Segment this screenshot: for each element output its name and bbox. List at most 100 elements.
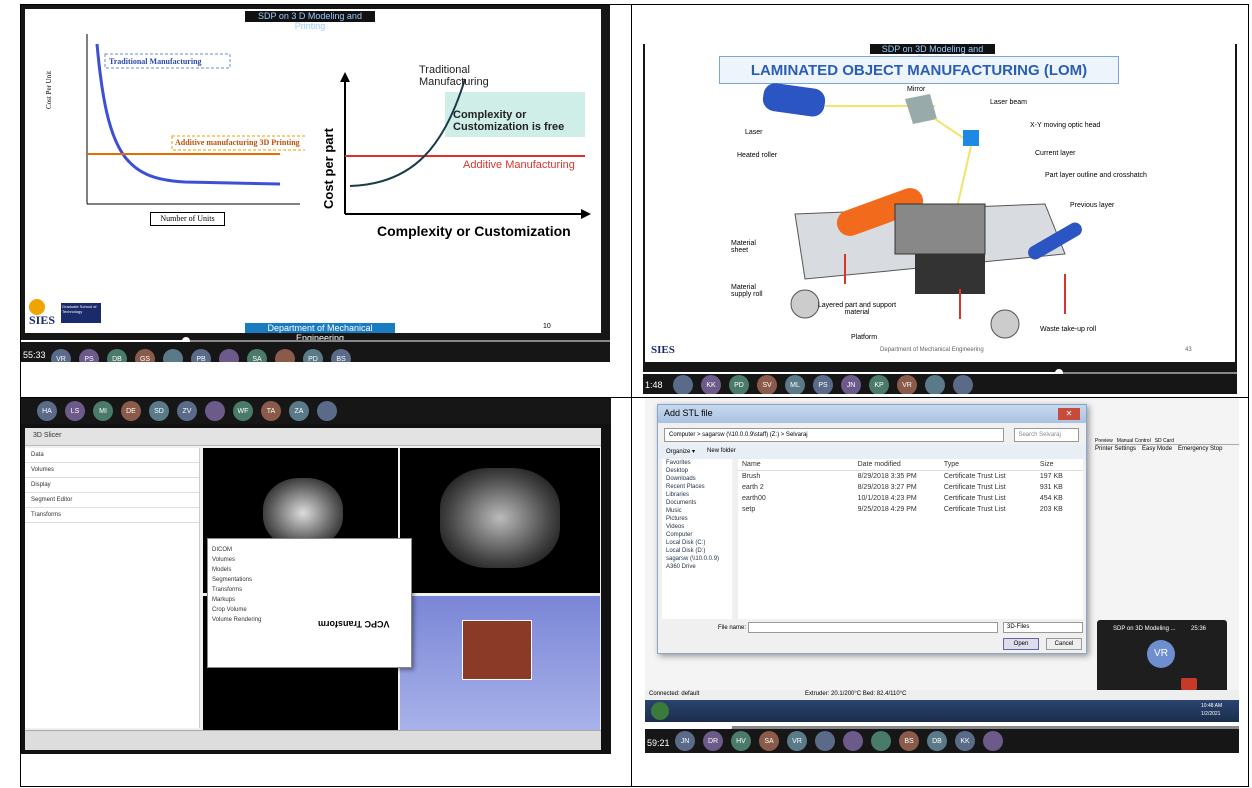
participant-avatar[interactable]: BS — [899, 731, 919, 751]
participant-avatar[interactable] — [983, 731, 1003, 751]
participant-avatar[interactable]: MI — [93, 401, 113, 421]
q4-file-row[interactable]: Brush 8/29/2018 3:35 PM Certificate Trust … — [738, 471, 1083, 482]
participant-avatar[interactable]: KK — [955, 731, 975, 751]
participant-avatar[interactable]: VR — [787, 731, 807, 751]
participant-avatar[interactable]: PD — [729, 375, 749, 394]
q4-nav-item[interactable]: Videos — [662, 523, 732, 531]
participant-avatar[interactable] — [275, 349, 295, 362]
q3-module-item[interactable]: Segmentations — [212, 575, 282, 585]
participant-avatar[interactable]: BS — [331, 349, 351, 362]
q4-cancel-button[interactable]: Cancel — [1046, 638, 1082, 650]
q3-panel-section[interactable]: Data — [25, 448, 199, 463]
q4-column-header[interactable]: Name — [742, 461, 850, 468]
participant-avatar[interactable]: ZV — [177, 401, 197, 421]
q4-toolbar-button[interactable]: Printer Settings — [1095, 446, 1136, 452]
q4-address-bar[interactable]: Computer > sagarsw (\\10.0.0.9\staff) (Z… — [664, 428, 1004, 442]
q4-nav-item[interactable]: sagarsw (\\10.0.0.9) — [662, 555, 732, 563]
q4-nav-item[interactable]: Downloads — [662, 475, 732, 483]
participant-avatar[interactable] — [219, 349, 239, 362]
q4-toolbar-button[interactable]: Emergency Stop — [1178, 446, 1222, 452]
participant-avatar[interactable]: WF — [233, 401, 253, 421]
participant-avatar[interactable] — [953, 375, 973, 394]
participant-avatar[interactable]: LS — [65, 401, 85, 421]
participant-avatar[interactable] — [925, 375, 945, 394]
participant-avatar[interactable] — [673, 375, 693, 394]
q4-nav-item[interactable]: Local Disk (D:) — [662, 547, 732, 555]
participant-avatar[interactable]: PS — [813, 375, 833, 394]
q4-hangup-button[interactable] — [1181, 678, 1197, 690]
participant-avatar[interactable]: HV — [731, 731, 751, 751]
participant-avatar[interactable]: VR — [897, 375, 917, 394]
participant-avatar[interactable]: DR — [703, 731, 723, 751]
participant-avatar[interactable]: ZA — [289, 401, 309, 421]
q4-new-folder-button[interactable]: New folder — [707, 448, 736, 456]
participant-avatar[interactable]: PB — [191, 349, 211, 362]
q4-column-header[interactable]: Type — [944, 461, 1032, 468]
q4-open-button[interactable]: Open — [1003, 638, 1039, 650]
q4-search-input[interactable]: Search Selvaraj — [1014, 428, 1080, 442]
q2-label-waste-roll: Waste take-up roll — [1040, 326, 1097, 333]
participant-avatar[interactable] — [871, 731, 891, 751]
q3-module-item[interactable]: Volumes — [212, 555, 282, 565]
participant-avatar[interactable]: HA — [37, 401, 57, 421]
q4-column-header[interactable]: Date modified — [858, 461, 936, 468]
q4-nav-item[interactable]: Desktop — [662, 467, 732, 475]
participant-avatar[interactable]: DB — [927, 731, 947, 751]
participant-avatar[interactable]: KK — [701, 375, 721, 394]
q4-nav-item[interactable]: Libraries — [662, 491, 732, 499]
q3-module-item[interactable]: Models — [212, 565, 282, 575]
q3-panel-section[interactable]: Display — [25, 478, 199, 493]
participant-avatar[interactable]: SV — [757, 375, 777, 394]
q4-nav-item[interactable]: Pictures — [662, 515, 732, 523]
q4-filename-input[interactable] — [748, 622, 998, 633]
q3-panel-section[interactable]: Volumes — [25, 463, 199, 478]
participant-avatar[interactable]: PS — [79, 349, 99, 362]
q4-toolbar-button[interactable]: Easy Mode — [1142, 446, 1172, 452]
participant-avatar[interactable]: DB — [107, 349, 127, 362]
q4-nav-item[interactable]: A360 Drive — [662, 563, 732, 571]
q4-nav-item[interactable]: Documents — [662, 499, 732, 507]
participant-avatar[interactable] — [815, 731, 835, 751]
q4-nav-item[interactable]: Local Disk (C:) — [662, 539, 732, 547]
q4-tab[interactable]: Preview — [1095, 438, 1113, 444]
q4-dialog-close-button[interactable]: ✕ — [1058, 408, 1080, 420]
participant-avatar[interactable]: KP — [869, 375, 889, 394]
q4-filetype-select[interactable]: 3D-Files — [1003, 622, 1083, 633]
q3-panel-section[interactable]: Segment Editor — [25, 493, 199, 508]
participant-avatar[interactable]: ML — [785, 375, 805, 394]
q4-organize-button[interactable]: Organize ▾ — [666, 448, 695, 456]
participant-avatar[interactable]: SA — [759, 731, 779, 751]
q4-file-row[interactable]: earth00 10/1/2018 4:23 PM Certificate Trus… — [738, 493, 1083, 504]
q4-nav-item[interactable]: Music — [662, 507, 732, 515]
participant-avatar[interactable] — [163, 349, 183, 362]
q4-tab[interactable]: SD Card — [1155, 438, 1174, 444]
q3-module-item[interactable]: Markups — [212, 595, 282, 605]
q4-start-button[interactable] — [651, 702, 669, 720]
q3-module-item[interactable]: Crop Volume — [212, 605, 282, 615]
q4-column-header[interactable]: Size — [1040, 461, 1079, 468]
participant-avatar[interactable]: JN — [841, 375, 861, 394]
q3-module-item[interactable]: DICOM — [212, 545, 282, 555]
q4-right-tabs: Preview Manual Control SD Card — [1095, 438, 1239, 445]
participant-avatar[interactable]: JN — [675, 731, 695, 751]
q4-file-row[interactable]: earth 2 8/29/2018 3:27 PM Certificate Trus… — [738, 482, 1083, 493]
participant-avatar[interactable] — [317, 401, 337, 421]
q3-panel-section[interactable]: Transforms — [25, 508, 199, 523]
q4-file-row[interactable]: setp 9/25/2018 4:29 PM Certificate Trust L… — [738, 504, 1083, 515]
q3-dialog-list[interactable]: DICOM Volumes Models Segmentations Transform… — [212, 545, 282, 655]
participant-avatar[interactable]: GS — [135, 349, 155, 362]
q4-nav-item[interactable]: Computer — [662, 531, 732, 539]
participant-avatar[interactable]: VR — [51, 349, 71, 362]
participant-avatar[interactable]: DE — [121, 401, 141, 421]
q4-nav-item[interactable]: Recent Places — [662, 483, 732, 491]
q3-module-item[interactable]: Transforms — [212, 585, 282, 595]
participant-avatar[interactable]: SD — [149, 401, 169, 421]
participant-avatar[interactable]: SA — [247, 349, 267, 362]
participant-avatar[interactable] — [843, 731, 863, 751]
q4-nav-item[interactable]: Favorites — [662, 459, 732, 467]
q3-module-item[interactable]: Volume Rendering — [212, 615, 282, 625]
participant-avatar[interactable]: PD — [303, 349, 323, 362]
participant-avatar[interactable] — [205, 401, 225, 421]
q4-tab[interactable]: Manual Control — [1117, 438, 1151, 444]
participant-avatar[interactable]: TA — [261, 401, 281, 421]
